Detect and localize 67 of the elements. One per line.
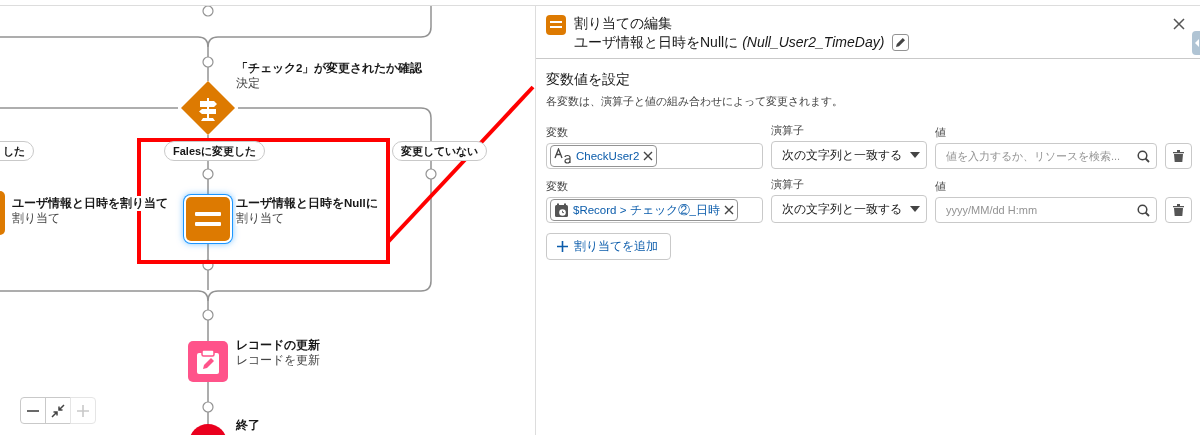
variable-name: CheckUser2 [576, 150, 640, 162]
plus-icon [557, 241, 568, 252]
trash-icon [1173, 150, 1184, 162]
connector-line [207, 66, 209, 82]
value-field[interactable]: yyyy/MM/dd H:mm [935, 197, 1157, 223]
minus-icon [26, 409, 40, 412]
variable-field[interactable]: CheckUser2 [546, 143, 763, 169]
edit-button[interactable] [892, 33, 910, 51]
remove-icon[interactable] [643, 151, 654, 161]
field-label: 値 [935, 125, 947, 140]
text-type-icon [554, 148, 572, 164]
add-element-circle[interactable] [202, 309, 214, 321]
field-label: 値 [935, 179, 947, 194]
variable-name: $Record > チェック②_日時 [573, 202, 720, 218]
node-type: 割り当て [236, 211, 284, 226]
field-label: 変数 [546, 125, 569, 140]
delete-button[interactable] [1165, 143, 1192, 169]
variable-pill[interactable]: CheckUser2 [550, 145, 658, 167]
node-title: レコードの更新 [236, 338, 320, 353]
fit-view-button[interactable] [45, 397, 71, 424]
field-label: 演算子 [771, 177, 805, 192]
section-description: 各変数は、演算子と値の組み合わせによって変更されます。 [546, 95, 844, 109]
pencil-icon [895, 36, 907, 48]
calendar-icon [554, 202, 569, 218]
add-element-circle[interactable] [202, 401, 214, 413]
node-title: ユーザ情報と日時を割り当て [12, 196, 168, 211]
add-assignment-button[interactable]: 割り当てを追加 [546, 233, 671, 260]
variable-field[interactable]: $Record > チェック②_日時 [546, 197, 763, 223]
field-label: 変数 [546, 179, 569, 194]
value-field[interactable]: 値を入力するか、リソースを検索... [935, 143, 1157, 169]
shrink-icon [51, 403, 65, 418]
add-element-circle[interactable] [202, 168, 214, 180]
search-icon [1137, 204, 1150, 217]
node-title: ユーザ情報と日時をNullに [236, 196, 378, 211]
search-icon [1137, 150, 1150, 163]
panel-title: 割り当ての編集 [574, 14, 673, 32]
operator-dropdown[interactable]: 次の文字列と一致する [771, 195, 927, 223]
collapse-tab-icon[interactable] [1192, 31, 1200, 55]
branch-label[interactable]: Falesに変更した [164, 141, 266, 161]
plus-icon [76, 403, 90, 418]
clipboard-icon[interactable] [188, 341, 228, 382]
add-element-circle[interactable] [202, 259, 214, 271]
node-type: レコードを更新 [236, 353, 320, 368]
close-button[interactable] [1172, 18, 1186, 32]
node-title: 終了 [236, 418, 260, 433]
zoom-out-button[interactable] [20, 397, 46, 424]
close-icon [1173, 18, 1185, 30]
decision-icon[interactable] [180, 80, 236, 136]
api-name: (Null_User2_TimeDay) [742, 33, 885, 52]
assignment-icon[interactable] [186, 197, 230, 241]
add-element-circle[interactable] [425, 168, 437, 180]
element-label: ユーザ情報と日時をNullに [574, 33, 739, 52]
trash-icon [1173, 204, 1184, 216]
caret-icon [910, 152, 920, 158]
remove-icon[interactable] [724, 205, 734, 215]
delete-button[interactable] [1165, 197, 1192, 223]
branch-label[interactable]: した [0, 141, 34, 161]
operator-dropdown[interactable]: 次の文字列と一致する [771, 141, 927, 169]
section-title: 変数値を設定 [546, 70, 631, 89]
branch-label[interactable]: 変更していない [392, 141, 487, 161]
field-label: 演算子 [771, 123, 805, 138]
caret-icon [910, 206, 920, 212]
assignment-icon [546, 15, 566, 35]
node-type: 決定 [236, 76, 260, 91]
add-element-circle[interactable] [202, 56, 214, 68]
node-type: 割り当て [12, 211, 60, 226]
variable-pill[interactable]: $Record > チェック②_日時 [550, 199, 738, 221]
